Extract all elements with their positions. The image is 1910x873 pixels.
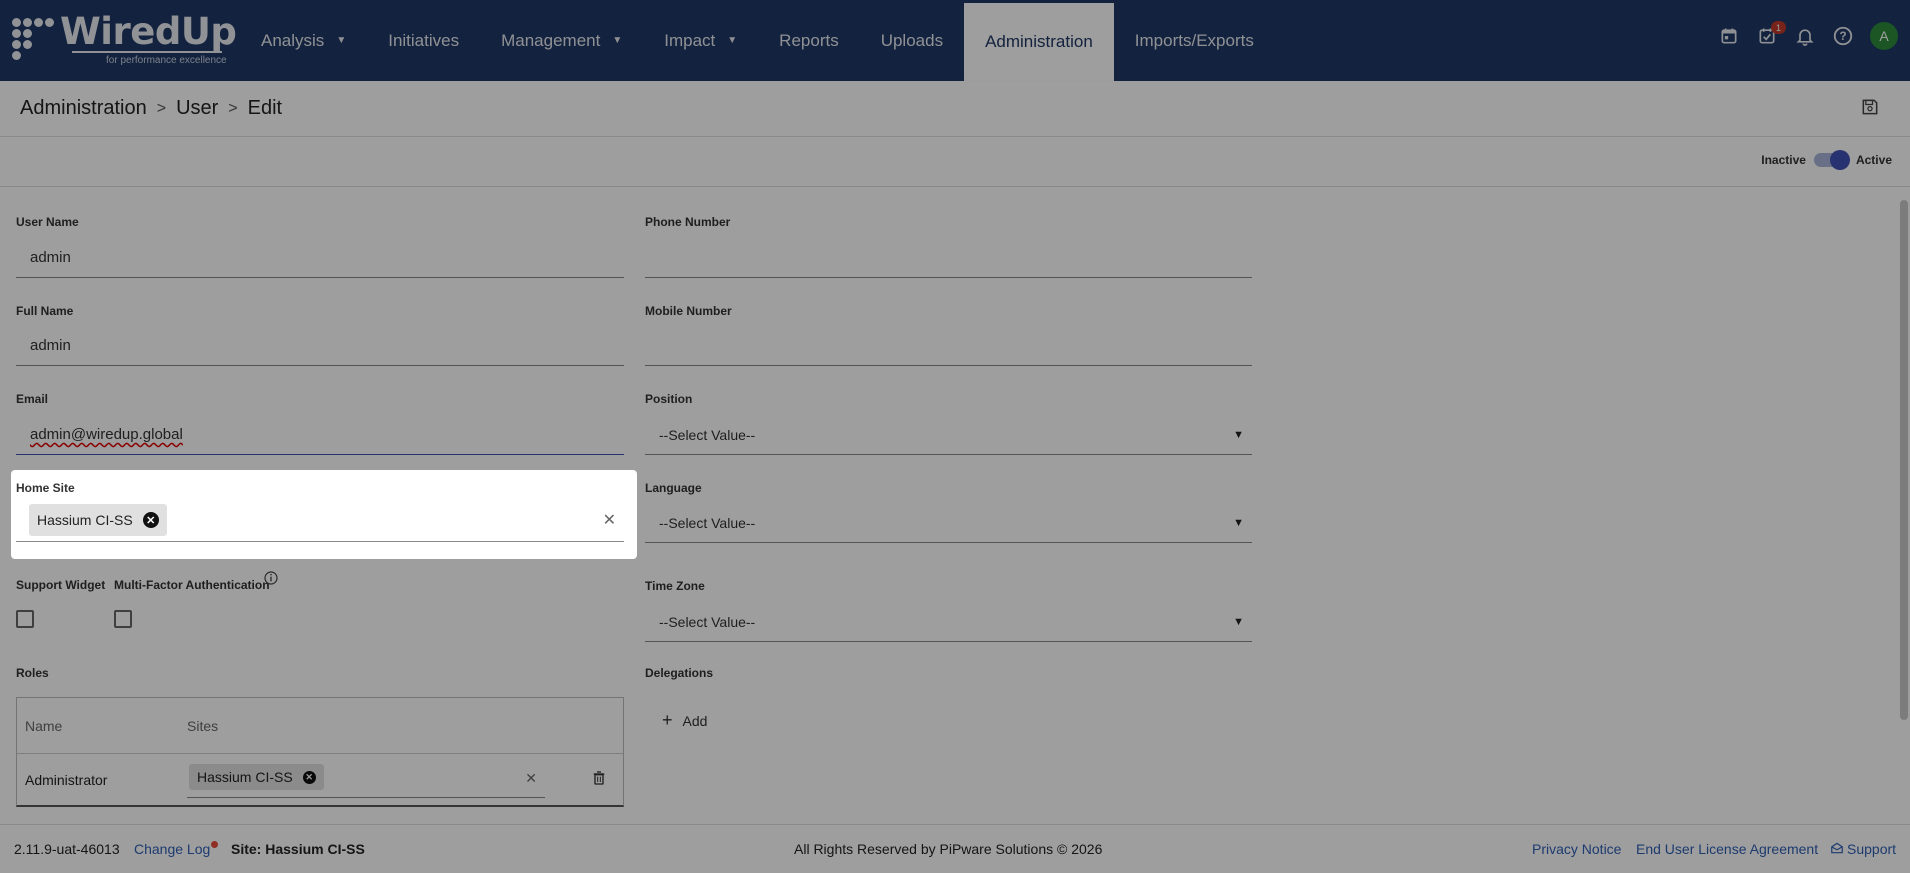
focus-overlay	[0, 0, 1910, 873]
home-site-field: Home Site Hassium CI-SS ✕ ✕	[11, 470, 637, 559]
clear-icon[interactable]: ✕	[603, 510, 616, 530]
home-site-chip: Hassium CI-SS ✕	[29, 504, 167, 536]
home-site-input[interactable]: Hassium CI-SS ✕ ✕	[16, 500, 624, 542]
home-site-label: Home Site	[16, 481, 75, 495]
chip-remove-icon[interactable]: ✕	[142, 512, 159, 528]
